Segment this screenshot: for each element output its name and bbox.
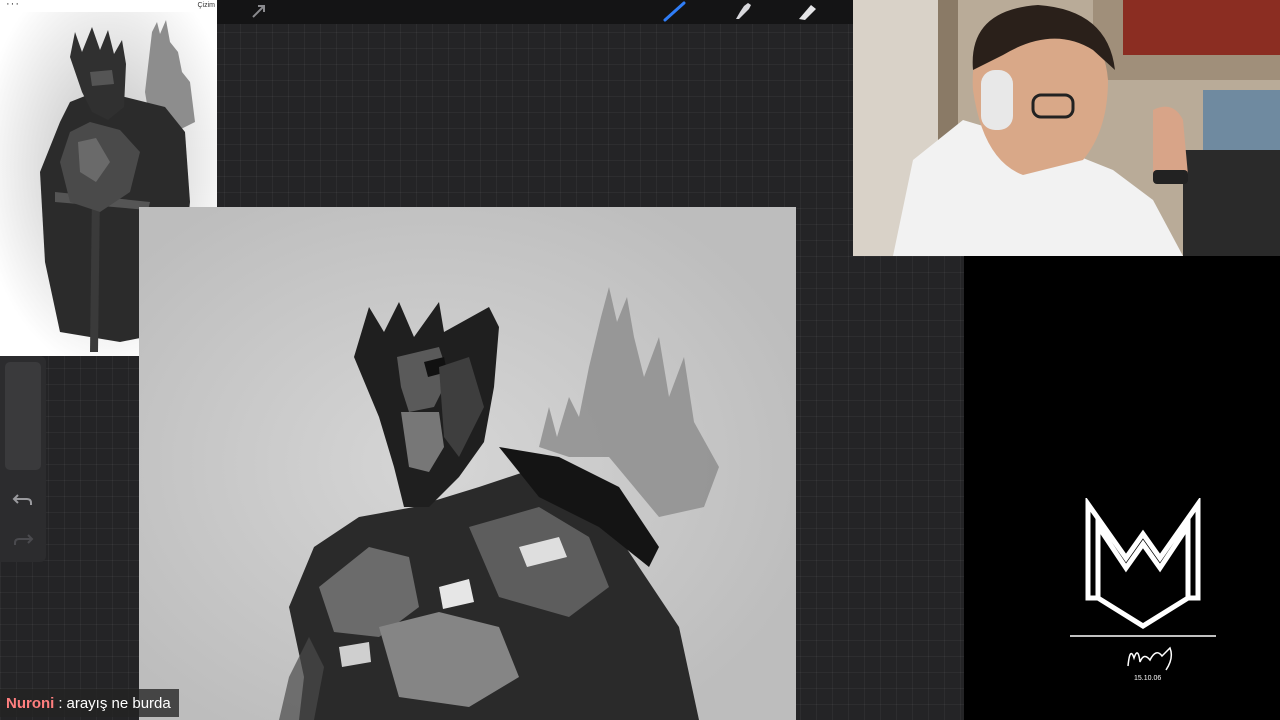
knight-sketch <box>139 207 796 720</box>
redo-icon[interactable] <box>9 526 37 552</box>
reference-title: Çizim <box>197 2 216 9</box>
stream-layout: ··· Çizim 15.10.06 Nuroni: arayış ne bu… <box>0 0 1280 720</box>
artist-logo: 15.10.06 <box>1070 498 1216 682</box>
tool-sidebar <box>0 356 46 562</box>
chat-message: Nuroni : arayış ne burda <box>0 689 179 717</box>
reference-menu-button[interactable]: ··· <box>6 0 20 10</box>
logo-date: 15.10.06 <box>1134 675 1161 682</box>
eraser-icon[interactable] <box>794 0 820 22</box>
top-toolbar <box>216 0 854 24</box>
webcam-feed <box>853 0 1280 256</box>
undo-icon[interactable] <box>9 486 37 512</box>
smudge-icon[interactable] <box>730 0 756 22</box>
chat-separator: : <box>58 694 63 712</box>
drawing-canvas[interactable] <box>139 207 796 720</box>
brush-icon[interactable] <box>662 0 688 22</box>
brush-size-slider[interactable] <box>5 362 41 470</box>
chat-username: Nuroni <box>6 694 55 712</box>
arrow-icon[interactable] <box>246 0 272 22</box>
chat-text: arayış ne burda <box>66 694 171 712</box>
